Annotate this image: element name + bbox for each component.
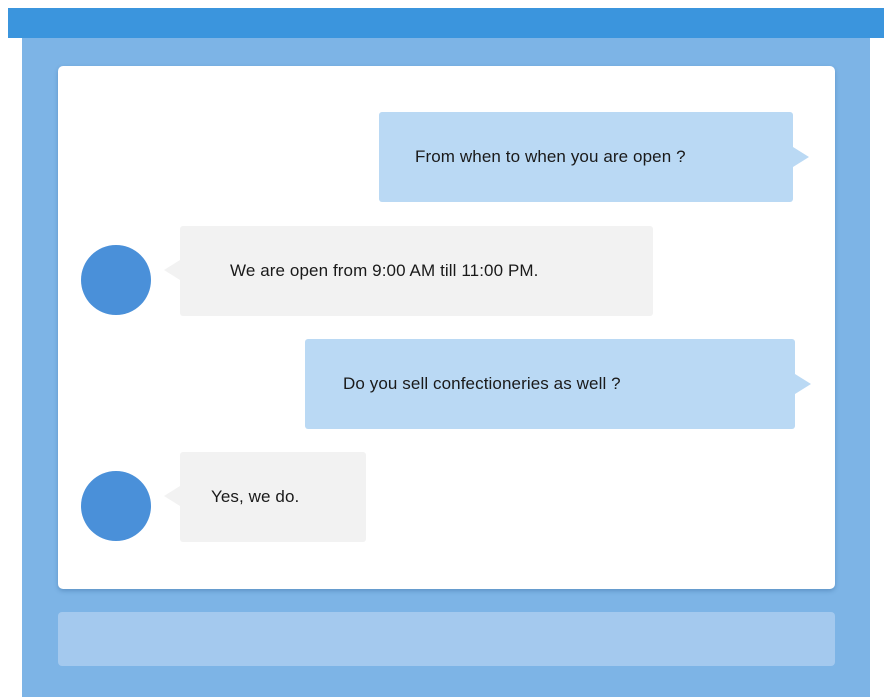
bubble-tail [793, 147, 809, 167]
bot-avatar [81, 471, 151, 541]
bot-avatar [81, 245, 151, 315]
message-text: Yes, we do. [211, 487, 300, 506]
message-text: Do you sell confectioneries as well ? [343, 374, 621, 393]
left-border [8, 38, 22, 697]
user-message-bubble: From when to when you are open ? [379, 112, 793, 202]
message-text: We are open from 9:00 AM till 11:00 PM. [230, 261, 539, 280]
bubble-tail [164, 486, 180, 506]
right-border [870, 38, 884, 697]
bot-message-bubble: Yes, we do. [180, 452, 366, 542]
chat-window: From when to when you are open ? We are … [8, 8, 884, 697]
bot-message-bubble: We are open from 9:00 AM till 11:00 PM. [180, 226, 653, 316]
title-bar [8, 8, 884, 38]
user-message-bubble: Do you sell confectioneries as well ? [305, 339, 795, 429]
chat-messages-panel[interactable]: From when to when you are open ? We are … [58, 66, 835, 589]
message-text: From when to when you are open ? [415, 147, 686, 166]
bubble-tail [795, 374, 811, 394]
message-input[interactable] [58, 612, 835, 666]
bubble-tail [164, 260, 180, 280]
